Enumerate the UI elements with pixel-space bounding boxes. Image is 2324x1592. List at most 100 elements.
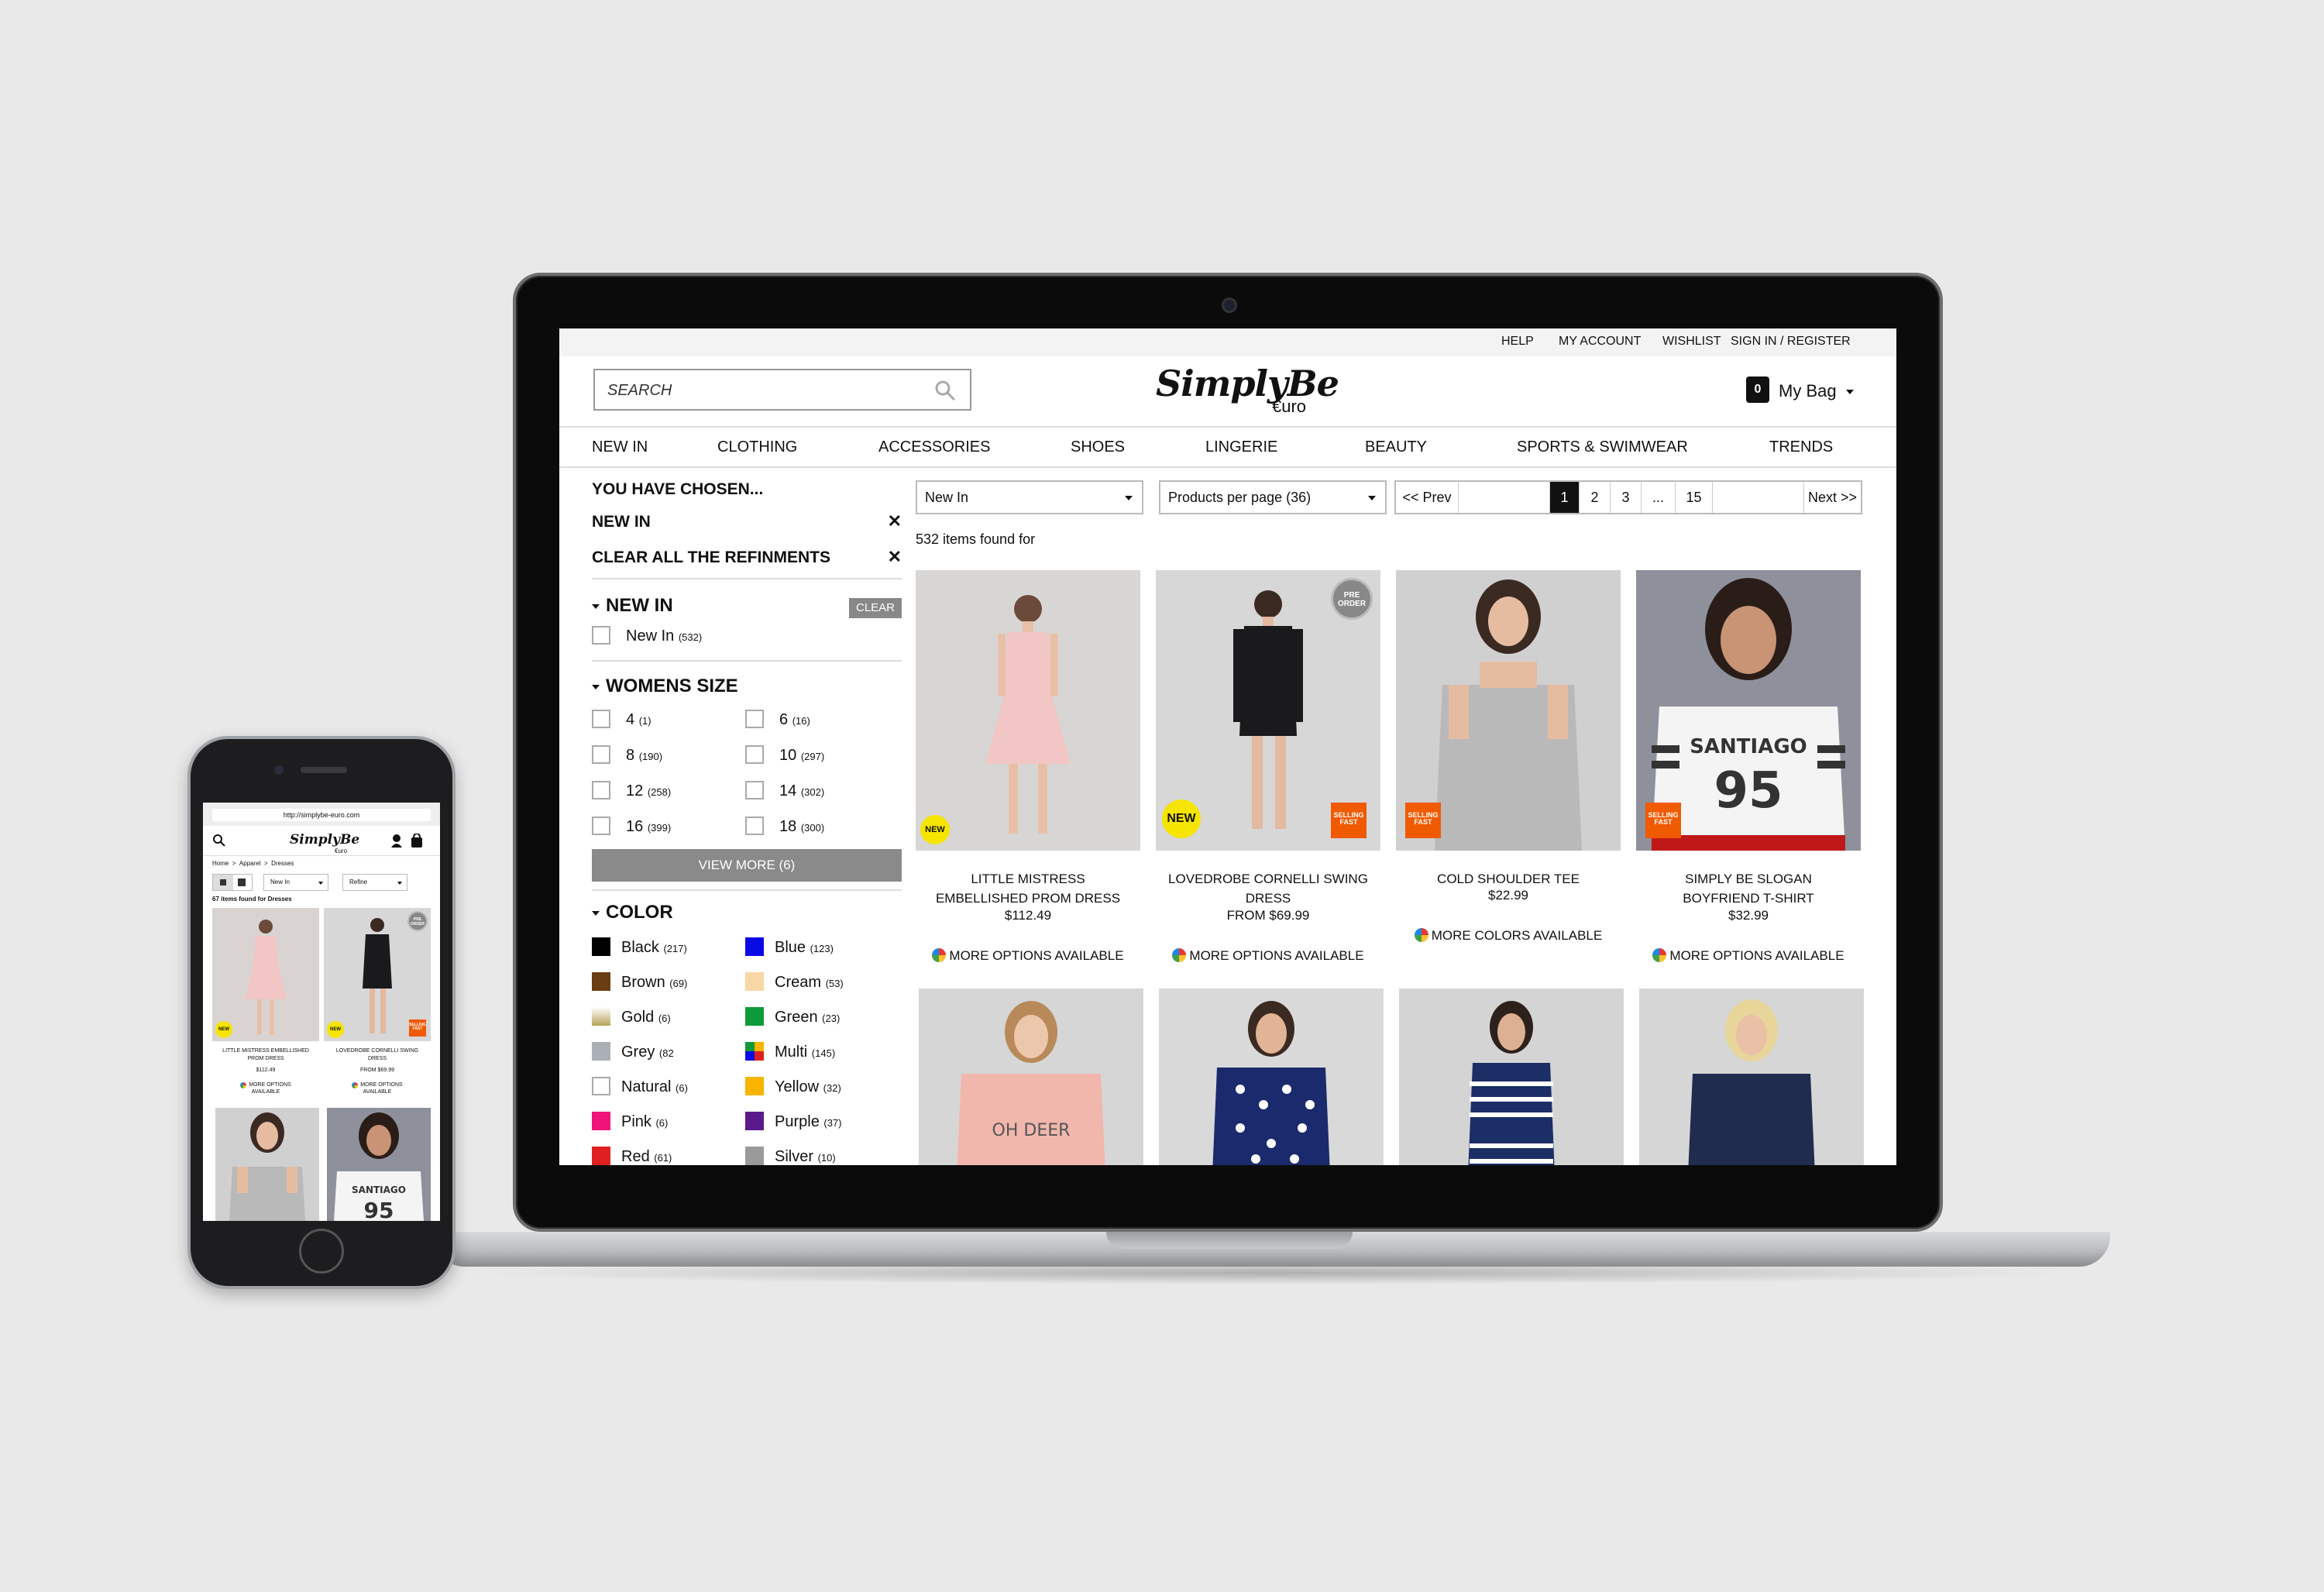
- page-1[interactable]: 1: [1549, 482, 1579, 513]
- product-name: LITTLE MISTRESS EMBELLISHED PROM DRESS: [935, 872, 1121, 906]
- mobile-product-image[interactable]: SANTIAGO 95: [327, 1108, 431, 1221]
- checkbox-size-14[interactable]: [745, 781, 764, 799]
- wishlist-link[interactable]: WISHLIST: [1662, 335, 1721, 349]
- product-image[interactable]: PRE ORDER NEW SELLING FAST: [1156, 570, 1380, 851]
- pre-order-badge: PRE ORDER: [407, 911, 428, 931]
- more-options[interactable]: MORE OPTIONS AVAILABLE: [916, 948, 1140, 964]
- checkbox-size-12[interactable]: [592, 781, 610, 799]
- nav-trends[interactable]: TRENDS: [1769, 438, 1833, 456]
- close-icon[interactable]: ✕: [888, 547, 902, 567]
- product-image[interactable]: SANTIAGO 95 SELLING FAST: [1636, 570, 1861, 851]
- more-options[interactable]: MORE OPTIONS AVAILABLE: [1156, 948, 1380, 964]
- bag-icon[interactable]: [411, 834, 423, 848]
- prev-page-button[interactable]: << Prev: [1396, 482, 1458, 513]
- page-15[interactable]: 15: [1675, 482, 1712, 513]
- nav-sports-swimwear[interactable]: SPORTS & SWIMWEAR: [1517, 438, 1688, 456]
- nav-shoes[interactable]: SHOES: [1071, 438, 1125, 456]
- breadcrumb-home[interactable]: Home: [212, 860, 229, 867]
- womens-size-title[interactable]: WOMENS SIZE: [592, 676, 738, 697]
- model-figure: [1435, 579, 1582, 851]
- checkbox-size-10[interactable]: [745, 745, 764, 764]
- swatch-silver[interactable]: [745, 1147, 764, 1165]
- swatch-red[interactable]: [592, 1147, 610, 1165]
- breadcrumb-dresses[interactable]: Dresses: [271, 860, 294, 867]
- swatch-natural[interactable]: [592, 1077, 610, 1095]
- product-card[interactable]: PRE ORDER NEW SELLING FAST LOVEDROBE COR…: [1156, 570, 1380, 973]
- mobile-product-image[interactable]: PRE ORDER NEW SELLING FAST: [324, 908, 431, 1041]
- mobile-refine-select[interactable]: Refine: [342, 874, 407, 891]
- mobile-product-image[interactable]: NEW: [212, 908, 319, 1041]
- selling-fast-badge: SELLING FAST: [1405, 803, 1441, 838]
- swatch-pink[interactable]: [592, 1112, 610, 1130]
- color-filter-title[interactable]: COLOR: [592, 902, 673, 923]
- swatch-blue[interactable]: [745, 937, 764, 956]
- product-image[interactable]: SELLING FAST: [1396, 570, 1621, 851]
- swatch-cream[interactable]: [745, 972, 764, 991]
- color-wheel-icon: [240, 1082, 247, 1088]
- new-in-filter-title[interactable]: NEW IN: [592, 595, 673, 617]
- nav-beauty[interactable]: BEAUTY: [1365, 438, 1427, 456]
- product-card[interactable]: SELLING FAST COLD SHOULDER TEE $22.99 MO…: [1396, 570, 1621, 973]
- product-name: SIMPLY BE SLOGAN BOYFRIEND T-SHIRT: [1683, 872, 1814, 906]
- my-account-link[interactable]: MY ACCOUNT: [1559, 335, 1641, 349]
- clear-button[interactable]: CLEAR: [849, 598, 902, 618]
- product-card[interactable]: SANTIAGO 95 SELLING FAST SIMPLY BE SLOGA…: [1636, 570, 1861, 973]
- new-badge: NEW: [327, 1021, 344, 1038]
- mobile-more-options[interactable]: MORE OPTIONS AVAILABLE: [324, 1081, 431, 1095]
- list-view-button[interactable]: [238, 879, 246, 886]
- page-3[interactable]: 3: [1610, 482, 1641, 513]
- product-image[interactable]: [1159, 989, 1384, 1165]
- swatch-grey[interactable]: [592, 1042, 610, 1061]
- model-figure: [1233, 590, 1303, 829]
- phone-home-button[interactable]: [299, 1229, 344, 1274]
- grid-view-button[interactable]: [213, 875, 233, 890]
- search-icon[interactable]: [212, 834, 226, 848]
- swatch-green[interactable]: [745, 1007, 764, 1026]
- page-2[interactable]: 2: [1579, 482, 1610, 513]
- help-link[interactable]: HELP: [1501, 335, 1534, 349]
- product-image[interactable]: [1639, 989, 1864, 1165]
- mobile-product-image[interactable]: [215, 1108, 319, 1221]
- mobile-url[interactable]: http://simplybe-euro.com: [212, 809, 431, 821]
- more-options[interactable]: MORE OPTIONS AVAILABLE: [1636, 948, 1861, 964]
- swatch-multi[interactable]: [745, 1042, 764, 1061]
- product-image[interactable]: NEW: [916, 570, 1140, 851]
- nav-new-in[interactable]: NEW IN: [592, 438, 648, 456]
- breadcrumb-apparel[interactable]: Apparel: [239, 860, 261, 867]
- product-image[interactable]: OH DEER: [919, 989, 1143, 1165]
- close-icon[interactable]: ✕: [888, 511, 902, 531]
- checkbox-size-4[interactable]: [592, 710, 610, 728]
- checkbox-size-18[interactable]: [745, 817, 764, 835]
- mobile-sort-select[interactable]: New In: [263, 874, 328, 891]
- checkbox-size-6[interactable]: [745, 710, 764, 728]
- clear-all-link[interactable]: CLEAR ALL THE REFINMENTS: [592, 548, 830, 567]
- more-options[interactable]: MORE COLORS AVAILABLE: [1396, 928, 1621, 944]
- view-more-sizes-button[interactable]: VIEW MORE (6): [592, 849, 902, 882]
- checkbox-size-8[interactable]: [592, 745, 610, 764]
- swatch-yellow[interactable]: [745, 1077, 764, 1095]
- checkbox-size-16[interactable]: [592, 817, 610, 835]
- mobile-logo[interactable]: SimplyBe: [290, 832, 359, 848]
- nav-lingerie[interactable]: LINGERIE: [1205, 438, 1277, 456]
- swatch-black[interactable]: [592, 937, 610, 956]
- mobile-more-options[interactable]: MORE OPTIONS AVAILABLE: [212, 1081, 319, 1095]
- per-page-select[interactable]: Products per page (36): [1159, 480, 1387, 514]
- nav-accessories[interactable]: ACCESSORIES: [878, 438, 990, 456]
- next-page-button[interactable]: Next >>: [1803, 482, 1861, 513]
- product-card[interactable]: NEW LITTLE MISTRESS EMBELLISHED PROM DRES…: [916, 570, 1140, 973]
- sign-in-link[interactable]: SIGN IN / REGISTER: [1731, 335, 1851, 349]
- mobile-product-name: LITTLE MISTRESS EMBELLISHED PROM DRESS: [222, 1048, 309, 1061]
- pager-spacer: [1712, 482, 1803, 513]
- checkbox-new-in[interactable]: [592, 626, 610, 645]
- swatch-gold[interactable]: [592, 1007, 610, 1026]
- sort-select[interactable]: New In: [916, 480, 1143, 514]
- search-icon[interactable]: [934, 380, 956, 401]
- account-icon[interactable]: [390, 834, 403, 848]
- swatch-purple[interactable]: [745, 1112, 764, 1130]
- search-input[interactable]: SEARCH: [593, 369, 971, 411]
- nav-clothing[interactable]: CLOTHING: [717, 438, 797, 456]
- brand-logo[interactable]: SimplyBe: [1156, 363, 1339, 404]
- swatch-brown[interactable]: [592, 972, 610, 991]
- product-image[interactable]: [1399, 989, 1624, 1165]
- chevron-down-icon: [592, 910, 600, 916]
